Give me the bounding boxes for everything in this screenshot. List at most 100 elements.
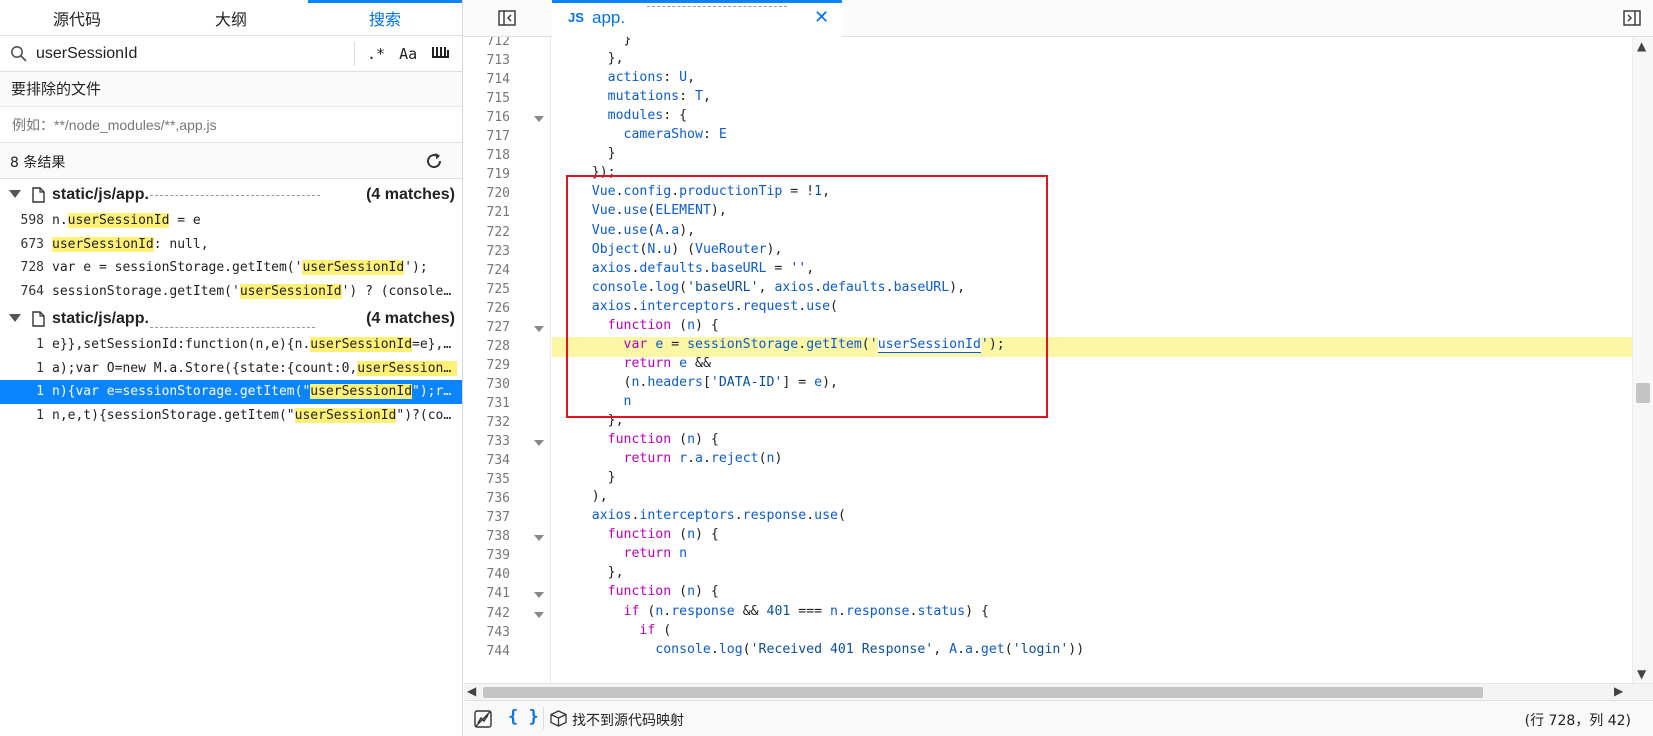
code-line[interactable]: Object(N.u) (VueRouter),: [552, 242, 1632, 262]
search-result-row[interactable]: 1 n){var e=sessionStorage.getItem("userSe…: [0, 380, 462, 404]
code-line[interactable]: function (n) {: [552, 432, 1632, 452]
regex-toggle[interactable]: .*: [367, 45, 385, 63]
code-line[interactable]: function (n) {: [552, 584, 1632, 604]
refresh-icon[interactable]: [424, 151, 444, 175]
line-number[interactable]: 721: [464, 205, 510, 220]
line-number[interactable]: 727: [464, 320, 510, 335]
code-line[interactable]: axios.defaults.baseURL = '',: [552, 261, 1632, 281]
exclude-files-input[interactable]: [12, 113, 442, 137]
line-number[interactable]: 730: [464, 377, 510, 392]
line-number[interactable]: 741: [464, 586, 510, 601]
code-line[interactable]: (n.headers['DATA-ID'] = e),: [552, 375, 1632, 395]
line-number[interactable]: 716: [464, 110, 510, 125]
expand-triangle-icon[interactable]: [9, 190, 21, 198]
search-result-row[interactable]: 1 n,e,t){sessionStorage.getItem("userSess…: [0, 404, 462, 428]
line-number[interactable]: 714: [464, 72, 510, 87]
expand-triangle-icon[interactable]: [9, 314, 21, 322]
line-number[interactable]: 728: [464, 339, 510, 354]
code-line[interactable]: return r.a.reject(n): [552, 451, 1632, 471]
code-line[interactable]: }: [552, 146, 1632, 166]
line-number[interactable]: 712: [464, 37, 510, 49]
toggle-left-panel-icon[interactable]: [498, 10, 516, 30]
match-case-toggle[interactable]: Aa: [399, 45, 417, 63]
search-result-row[interactable]: 673 userSessionId: null,: [0, 233, 462, 257]
line-number[interactable]: 718: [464, 148, 510, 163]
line-number[interactable]: 715: [464, 91, 510, 106]
scroll-right-icon[interactable]: ▶: [1614, 684, 1623, 698]
tab-search[interactable]: 搜索: [308, 0, 462, 36]
line-number[interactable]: 713: [464, 53, 510, 68]
code-line[interactable]: function (n) {: [552, 527, 1632, 547]
result-group[interactable]: static/js/app. (4 matches): [0, 183, 462, 209]
close-icon[interactable]: ✕: [814, 7, 829, 28]
code-line[interactable]: ),: [552, 489, 1632, 509]
code-line[interactable]: });: [552, 165, 1632, 185]
code-line[interactable]: },: [552, 51, 1632, 71]
code-line[interactable]: actions: U,: [552, 70, 1632, 90]
line-number[interactable]: 738: [464, 529, 510, 544]
whole-word-icon[interactable]: [431, 44, 450, 64]
line-number[interactable]: 744: [464, 644, 510, 659]
line-number[interactable]: 743: [464, 625, 510, 640]
code-line[interactable]: modules: {: [552, 108, 1632, 128]
code-line[interactable]: return n: [552, 546, 1632, 566]
code-line[interactable]: function (n) {: [552, 318, 1632, 338]
vertical-scrollbar[interactable]: ▲ ▼: [1632, 37, 1653, 683]
line-number[interactable]: 724: [464, 263, 510, 278]
tab-outline[interactable]: 大纲: [154, 0, 308, 36]
line-number[interactable]: 723: [464, 244, 510, 259]
result-group[interactable]: static/js/app. (4 matches): [0, 307, 462, 333]
scroll-thumb[interactable]: [483, 687, 1483, 698]
search-result-row[interactable]: 728 var e = sessionStorage.getItem('userS…: [0, 256, 462, 280]
code-line[interactable]: },: [552, 565, 1632, 585]
code-line[interactable]: if (n.response && 401 === n.response.sta…: [552, 604, 1632, 624]
search-result-row[interactable]: 1 a);var O=new M.a.Store({state:{count:0,…: [0, 357, 462, 381]
fold-toggle-icon[interactable]: [534, 116, 544, 123]
line-number[interactable]: 739: [464, 548, 510, 563]
code-line[interactable]: Vue.use(ELEMENT),: [552, 203, 1632, 223]
fold-toggle-icon[interactable]: [534, 535, 544, 542]
code-line[interactable]: Vue.config.productionTip = !1,: [552, 184, 1632, 204]
line-number[interactable]: 732: [464, 415, 510, 430]
code-line[interactable]: },: [552, 413, 1632, 433]
code-line[interactable]: n: [552, 394, 1632, 414]
line-number[interactable]: 736: [464, 491, 510, 506]
code-line[interactable]: axios.interceptors.response.use(: [552, 508, 1632, 528]
line-number[interactable]: 717: [464, 129, 510, 144]
fold-toggle-icon[interactable]: [534, 611, 544, 618]
line-number[interactable]: 735: [464, 472, 510, 487]
line-number[interactable]: 729: [464, 358, 510, 373]
scroll-left-icon[interactable]: ◀: [467, 684, 476, 698]
line-number[interactable]: 733: [464, 434, 510, 449]
code-line[interactable]: return e &&: [552, 356, 1632, 376]
disable-breakpoints-icon[interactable]: [474, 710, 492, 732]
line-number[interactable]: 740: [464, 567, 510, 582]
toggle-right-panel-icon[interactable]: [1623, 10, 1641, 30]
line-number[interactable]: 719: [464, 167, 510, 182]
line-number[interactable]: 726: [464, 301, 510, 316]
search-result-row[interactable]: 1 e}},setSessionId:function(n,e){n.userSe…: [0, 333, 462, 357]
line-number[interactable]: 720: [464, 186, 510, 201]
code-line[interactable]: Vue.use(A.a),: [552, 223, 1632, 243]
line-number[interactable]: 737: [464, 510, 510, 525]
search-input[interactable]: [36, 42, 346, 66]
code-line[interactable]: }: [552, 470, 1632, 490]
code-line[interactable]: var e = sessionStorage.getItem('userSess…: [552, 336, 1632, 357]
code-line[interactable]: mutations: T,: [552, 89, 1632, 109]
horizontal-scrollbar[interactable]: ◀ ▶: [464, 683, 1653, 700]
editor-tab-file[interactable]: JS app. ✕: [552, 0, 842, 37]
line-number[interactable]: 731: [464, 396, 510, 411]
tab-sources[interactable]: 源代码: [0, 0, 154, 36]
scroll-down-icon[interactable]: ▼: [1637, 667, 1646, 681]
scroll-thumb[interactable]: [1636, 383, 1650, 403]
line-number[interactable]: 722: [464, 225, 510, 240]
fold-toggle-icon[interactable]: [534, 592, 544, 599]
search-result-row[interactable]: 764 sessionStorage.getItem('userSessionId…: [0, 280, 462, 304]
fold-toggle-icon[interactable]: [534, 325, 544, 332]
code-line[interactable]: console.log('Received 401 Response', A.a…: [552, 642, 1632, 662]
line-number[interactable]: 734: [464, 453, 510, 468]
pretty-print-button[interactable]: { }: [508, 707, 539, 727]
fold-toggle-icon[interactable]: [534, 440, 544, 447]
line-number[interactable]: 725: [464, 282, 510, 297]
code-line[interactable]: axios.interceptors.request.use(: [552, 299, 1632, 319]
